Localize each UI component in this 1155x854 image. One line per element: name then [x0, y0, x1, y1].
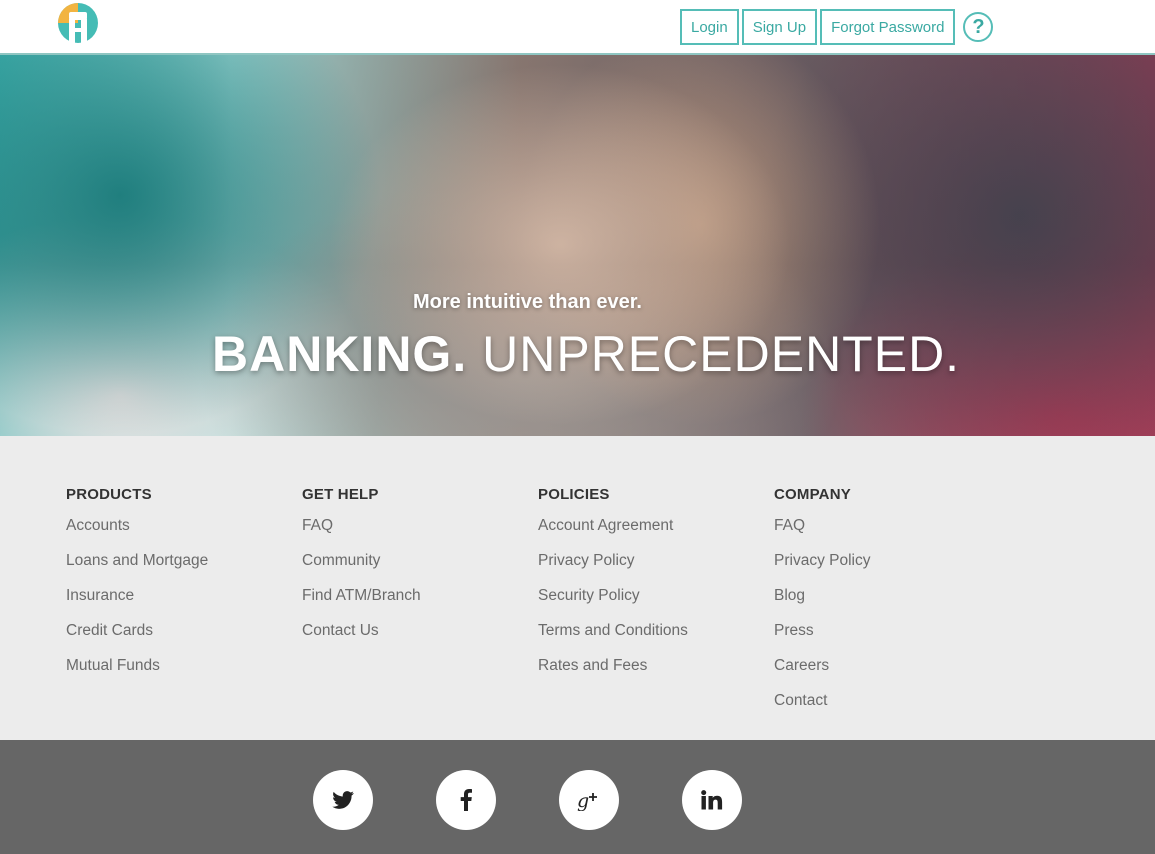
footer-link[interactable]: Terms and Conditions: [538, 621, 688, 656]
column-heading: PRODUCTS: [66, 486, 152, 503]
footer-column-get-help: GET HELP FAQ Community Find ATM/Branch C…: [302, 486, 421, 656]
footer-link[interactable]: FAQ: [774, 516, 870, 551]
footer-link[interactable]: Account Agreement: [538, 516, 688, 551]
forgot-password-button[interactable]: Forgot Password: [820, 9, 956, 45]
top-header: Login Sign Up Forgot Password ?: [0, 0, 1155, 55]
footer-link[interactable]: Find ATM/Branch: [302, 586, 421, 621]
google-plus-icon[interactable]: g: [559, 770, 619, 830]
footer-link[interactable]: Privacy Policy: [538, 551, 688, 586]
help-icon[interactable]: ?: [963, 12, 994, 42]
footer-link[interactable]: Blog: [774, 586, 870, 621]
footer-link[interactable]: Rates and Fees: [538, 656, 688, 691]
facebook-icon[interactable]: [436, 770, 496, 830]
footer-link[interactable]: Privacy Policy: [774, 551, 870, 586]
footer-link[interactable]: FAQ: [302, 516, 421, 551]
footer-column-policies: POLICIES Account Agreement Privacy Polic…: [538, 486, 688, 691]
footer-link[interactable]: Contact Us: [302, 621, 421, 656]
svg-text:g: g: [577, 790, 589, 811]
login-button[interactable]: Login: [680, 9, 739, 45]
footer-column-company: COMPANY FAQ Privacy Policy Blog Press Ca…: [774, 486, 870, 726]
footer-link[interactable]: Accounts: [66, 516, 208, 551]
column-heading: POLICIES: [538, 486, 610, 503]
footer-link[interactable]: Security Policy: [538, 586, 688, 621]
footer-link[interactable]: Insurance: [66, 586, 208, 621]
column-heading: COMPANY: [774, 486, 851, 503]
hero-banner: More intuitive than ever. BANKING. UNPRE…: [0, 55, 1155, 436]
footer-link[interactable]: Credit Cards: [66, 621, 208, 656]
auth-nav: Login Sign Up Forgot Password ?: [680, 9, 994, 45]
linkedin-icon[interactable]: [682, 770, 742, 830]
social-bar: g: [0, 740, 1155, 854]
footer-link[interactable]: Contact: [774, 691, 870, 726]
footer-column-products: PRODUCTS Accounts Loans and Mortgage Ins…: [66, 486, 208, 691]
hero-tagline: More intuitive than ever.: [0, 291, 1155, 314]
signup-button[interactable]: Sign Up: [741, 9, 818, 45]
hero-headline: BANKING. UNPRECEDENTED.: [212, 325, 960, 383]
footer-link[interactable]: Careers: [774, 656, 870, 691]
footer-links: PRODUCTS Accounts Loans and Mortgage Ins…: [0, 436, 1155, 740]
footer-link[interactable]: Loans and Mortgage: [66, 551, 208, 586]
hero-tagline-text: More intuitive than ever.: [413, 291, 642, 313]
column-heading: GET HELP: [302, 486, 379, 503]
footer-link[interactable]: Press: [774, 621, 870, 656]
footer-link[interactable]: Mutual Funds: [66, 656, 208, 691]
twitter-icon[interactable]: [313, 770, 373, 830]
footer-link[interactable]: Community: [302, 551, 421, 586]
headline-bold: BANKING.: [212, 326, 468, 382]
brand-logo[interactable]: [58, 3, 98, 43]
headline-light: UNPRECEDENTED.: [482, 326, 961, 382]
